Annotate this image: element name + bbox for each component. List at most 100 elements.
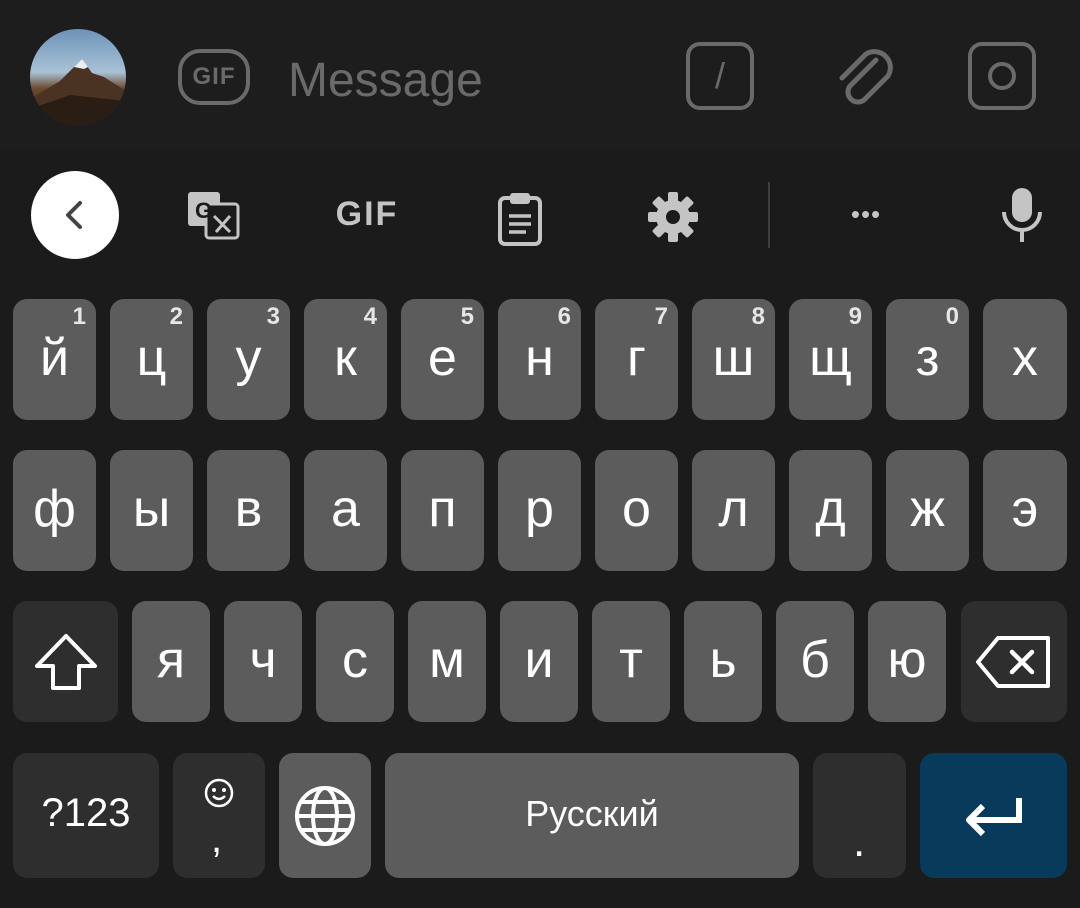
key-п[interactable]: п [401,450,484,571]
key-ч[interactable]: ч [224,601,302,722]
key-label: г [627,328,646,387]
key-в[interactable]: в [207,450,290,571]
key-и[interactable]: и [500,601,578,722]
key-к[interactable]: 4к [304,299,387,420]
key-label: т [619,630,643,689]
key-г[interactable]: 7г [595,299,678,420]
enter-arrow-icon [965,797,1022,836]
key-р[interactable]: р [498,450,581,571]
key-label: п [428,479,457,538]
key-label: ?123 [41,791,131,835]
key-д[interactable]: д [789,450,872,571]
voice-input-button[interactable] [996,184,1048,248]
attach-button[interactable] [830,40,900,112]
key-э[interactable]: э [983,450,1067,571]
svg-text:G: G [195,198,212,223]
more-icon: ••• [850,198,882,229]
symbols-key[interactable]: ?123 [13,753,159,878]
key-б[interactable]: б [776,601,854,722]
key-label: а [331,479,360,538]
key-label: ь [709,630,737,689]
toolbar-divider [768,182,770,248]
comma-emoji-key[interactable]: , [173,753,265,878]
gif-button[interactable]: GIF [178,49,250,105]
key-hint: 6 [557,303,571,330]
clipboard-icon [498,193,542,246]
commands-button[interactable]: / [686,42,754,110]
key-label: ч [249,630,277,689]
key-ш[interactable]: 8ш [692,299,775,420]
key-ф[interactable]: ф [13,450,96,571]
key-ю[interactable]: ю [868,601,946,722]
key-label: н [525,328,554,387]
message-input[interactable] [288,52,648,108]
translate-icon: G [188,192,240,240]
key-х[interactable]: х [983,299,1067,420]
message-bar: GIF / [0,0,1080,150]
key-label: ц [136,328,167,387]
gear-icon [648,192,698,242]
key-label: ж [910,479,945,538]
period-key[interactable]: . [813,753,906,878]
more-options-button[interactable]: ••• [838,194,894,234]
key-label: к [334,328,357,387]
key-а[interactable]: а [304,450,387,571]
key-label: ф [33,479,76,538]
toolbar-gif-button[interactable]: GIF [330,192,404,236]
key-ж[interactable]: ж [886,450,969,571]
key-ы[interactable]: ы [110,450,193,571]
shift-key[interactable] [13,601,118,722]
key-ь[interactable]: ь [684,601,762,722]
key-label: и [524,630,554,689]
key-label: у [235,328,262,387]
key-label: щ [809,328,852,387]
key-н[interactable]: 6н [498,299,581,420]
key-е[interactable]: 5е [401,299,484,420]
key-с[interactable]: с [316,601,394,722]
translate-button[interactable]: G [186,190,242,242]
key-label: б [800,630,830,689]
key-о[interactable]: о [595,450,678,571]
key-label: м [429,630,465,689]
slash-icon: / [714,55,725,96]
key-щ[interactable]: 9щ [789,299,872,420]
key-label: о [622,479,651,538]
key-label: й [39,328,70,387]
key-ц[interactable]: 2ц [110,299,193,420]
key-з[interactable]: 0з [886,299,969,420]
key-я[interactable]: я [132,601,210,722]
key-л[interactable]: л [692,450,775,571]
language-switch-key[interactable] [279,753,371,878]
key-label: . [853,817,866,866]
key-label: ш [712,328,755,387]
key-label: е [428,328,457,387]
key-label: ы [132,479,171,538]
key-label: я [156,630,186,689]
key-т[interactable]: т [592,601,670,722]
globe-icon [295,785,355,846]
avatar[interactable] [30,29,126,125]
camera-icon [988,62,1016,90]
key-label: д [815,479,846,538]
clipboard-button[interactable] [496,190,544,246]
paperclip-icon [839,49,893,105]
camera-button[interactable] [968,42,1036,110]
key-label: ю [887,630,927,689]
key-hint: 5 [460,303,474,330]
key-label: Русский [525,792,659,834]
backspace-key[interactable] [961,601,1067,722]
key-й[interactable]: 1й [13,299,96,420]
key-label: , [211,817,223,861]
key-hint: 3 [266,303,280,330]
enter-key[interactable] [920,753,1067,878]
emoji-icon [204,778,234,808]
key-hint: 1 [72,303,86,330]
keyboard-toolbar: G GIF ••• [0,150,1080,282]
collapse-toolbar-button[interactable] [31,171,119,259]
key-label: з [915,328,940,387]
key-у[interactable]: 3у [207,299,290,420]
space-key[interactable]: Русский [385,753,799,878]
key-м[interactable]: м [408,601,486,722]
key-label: с [342,630,368,689]
settings-button[interactable] [646,190,700,244]
